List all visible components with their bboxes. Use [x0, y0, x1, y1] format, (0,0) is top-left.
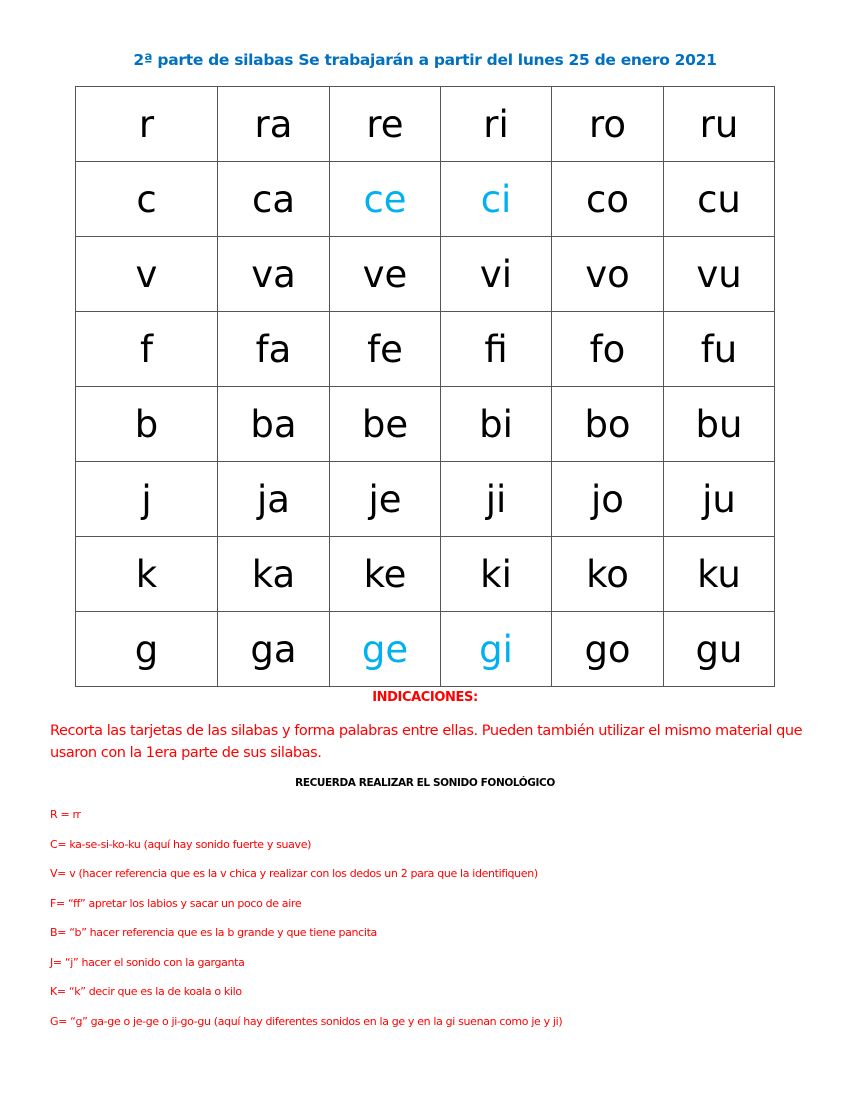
syllable-cell: vu [663, 236, 775, 312]
syllable-cell: ja [217, 461, 330, 537]
syllable-row: b ba be bi bo bu [75, 386, 775, 462]
syllable-row: g ga ge gi go gu [75, 611, 775, 687]
syllable-row: k ka ke ki ko ku [75, 536, 775, 612]
syllable-cell: ka [217, 536, 330, 612]
note-f: F= “ff” apretar los labios y sacar un po… [50, 896, 302, 910]
syllable-cell: be [329, 386, 441, 462]
note-k: K= “k” decir que es la de koala o kilo [50, 985, 242, 998]
syllable-cell: gu [663, 611, 775, 687]
syllable-cell: ro [551, 86, 664, 162]
syllable-cell: re [329, 86, 441, 162]
syllable-cell: ru [663, 86, 775, 162]
consonant-cell: b [75, 386, 218, 462]
syllable-row: r ra re ri ro ru [75, 86, 775, 162]
syllable-cell: ju [663, 461, 775, 537]
syllable-cell: fu [663, 311, 775, 387]
syllable-cell: ra [217, 86, 330, 162]
syllable-cell: ku [663, 536, 775, 612]
syllable-cell: ba [217, 386, 330, 462]
syllable-cell: je [329, 461, 441, 537]
syllable-cell: ki [440, 536, 552, 612]
syllable-cell: fi [440, 311, 552, 387]
syllable-cell: ri [440, 86, 552, 162]
consonant-cell: k [75, 536, 218, 612]
note-c: C= ka-se-si-ko-ku (aquí hay sonido fuert… [50, 837, 312, 851]
syllable-cell: fe [329, 311, 441, 387]
syllable-cell: ca [217, 161, 330, 237]
note-v: V= v (hacer referencia que es la v chica… [50, 867, 538, 880]
syllable-cell: bi [440, 386, 552, 462]
consonant-cell: j [75, 461, 218, 537]
syllable-cell: bu [663, 386, 775, 462]
consonant-cell: g [75, 611, 218, 687]
note-j: J= “j” hacer el sonido con la garganta [50, 955, 245, 969]
syllable-cell: vi [440, 236, 552, 312]
syllable-row: c ca ce ci co cu [75, 161, 775, 237]
syllable-cell: ga [217, 611, 330, 687]
consonant-cell: r [75, 86, 218, 162]
page-title: 2ª parte de silabas Se trabajarán a part… [133, 51, 717, 69]
consonant-cell: c [75, 161, 218, 237]
syllable-cell: ko [551, 536, 664, 612]
phonological-notes: R = rr C= ka-se-si-ko-ku (aquí hay sonid… [50, 807, 810, 1043]
syllable-cell: fo [551, 311, 664, 387]
syllable-cell: bo [551, 386, 664, 462]
syllable-cell: ve [329, 236, 441, 312]
syllable-cell: va [217, 236, 330, 312]
syllable-cell: ke [329, 536, 441, 612]
syllable-row: f fa fe fi fo fu [75, 311, 775, 387]
syllable-cell: ci [440, 161, 552, 237]
note-g: G= “g” ga-ge o je-ge o ji-go-gu (aquí ha… [50, 1014, 563, 1028]
note-r: R = rr [50, 808, 81, 821]
syllable-cell: ce [329, 161, 441, 237]
syllable-cell: ji [440, 461, 552, 537]
syllable-row: j ja je ji jo ju [75, 461, 775, 537]
syllable-cell: fa [217, 311, 330, 387]
note-b: B= “b” hacer referencia que es la b gran… [50, 926, 377, 939]
syllable-cell: jo [551, 461, 664, 537]
syllable-row: v va ve vi vo vu [75, 236, 775, 312]
syllable-table: r ra re ri ro ru c ca ce ci co cu v va ve vi vo vu f fa fe fi… [75, 86, 775, 687]
phonological-reminder: RECUERDA REALIZAR EL SONIDO FONOLÓGICO [295, 777, 555, 789]
instructions-text: Recorta las tarjetas de las silabas y fo… [50, 723, 803, 761]
syllable-cell: go [551, 611, 664, 687]
syllable-cell: ge [329, 611, 441, 687]
syllable-cell: vo [551, 236, 664, 312]
instructions-heading: INDICACIONES: [372, 690, 478, 705]
syllable-cell: gi [440, 611, 552, 687]
syllable-cell: co [551, 161, 664, 237]
consonant-cell: v [75, 236, 218, 312]
syllable-cell: cu [663, 161, 775, 237]
consonant-cell: f [75, 311, 218, 387]
